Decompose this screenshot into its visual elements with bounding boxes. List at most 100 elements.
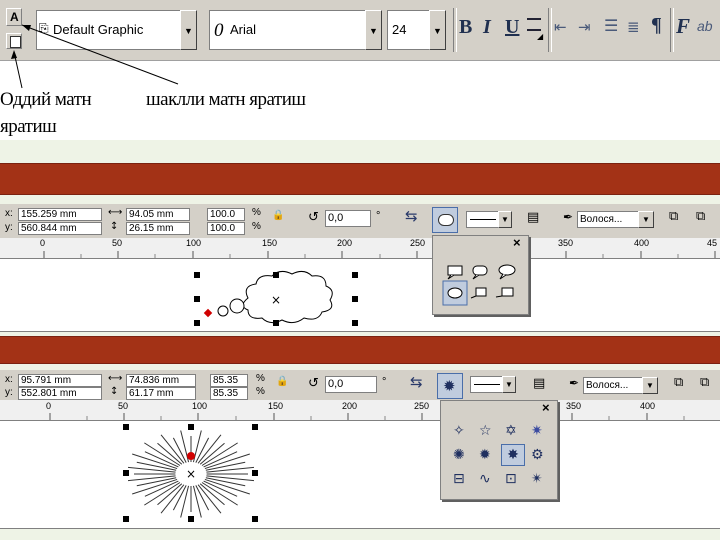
starburst16-icon[interactable]: ✹ xyxy=(479,447,491,463)
arrowhead-shaped xyxy=(22,25,31,31)
star-shapes-button[interactable]: ✹ xyxy=(437,373,463,399)
outline-width-select[interactable]: Волося... xyxy=(583,377,643,394)
starburst-shape[interactable]: × xyxy=(128,428,254,522)
lock-icon[interactable]: 🔒 xyxy=(276,376,288,387)
y-label: y: xyxy=(5,222,13,233)
text-wrap-icon[interactable]: ▤ xyxy=(527,210,539,225)
height-input[interactable]: 61.17 mm xyxy=(126,387,196,400)
scale-x-input[interactable]: 100.0 xyxy=(207,208,245,221)
simple-text-caption-line2: яратиш xyxy=(0,116,57,137)
outline-width-dropdown[interactable]: ▼ xyxy=(642,377,658,394)
y-position-input[interactable]: 560.844 mm xyxy=(18,222,102,235)
width-input[interactable]: 94.05 mm xyxy=(126,208,190,221)
outline-line-icon xyxy=(470,219,496,220)
selection-handle[interactable] xyxy=(123,470,129,476)
y-position-input[interactable]: 552.801 mm xyxy=(18,387,102,400)
selection-handle[interactable] xyxy=(194,272,200,278)
starburst24-icon[interactable]: ✸ xyxy=(501,444,525,466)
lock-icon[interactable]: 🔒 xyxy=(272,210,284,221)
percent-label: % xyxy=(256,386,265,397)
ruler-label: 250 xyxy=(414,401,430,411)
starburst-ray xyxy=(128,466,176,473)
x-position-input[interactable]: 95.791 mm xyxy=(18,374,102,387)
to-front-icon[interactable]: ⧉ xyxy=(674,375,683,390)
cloud-bubble-large xyxy=(229,298,245,314)
selection-handle[interactable] xyxy=(273,272,279,278)
star6-icon[interactable]: ✡ xyxy=(505,423,517,439)
selection-handle[interactable] xyxy=(252,516,258,522)
selection-handle[interactable] xyxy=(352,320,358,326)
section-divider-1 xyxy=(0,163,720,195)
selection-handle[interactable] xyxy=(123,516,129,522)
selection-handle[interactable] xyxy=(252,470,258,476)
scale-x-input[interactable]: 85.35 xyxy=(210,374,248,387)
selection-handle[interactable] xyxy=(273,320,279,326)
selection-handle[interactable] xyxy=(123,424,129,430)
selection-handle[interactable] xyxy=(252,424,258,430)
selection-handle[interactable] xyxy=(194,320,200,326)
star4-icon[interactable]: ✧ xyxy=(453,423,465,439)
star-control-node[interactable] xyxy=(187,452,195,460)
pen-icon: ✒ xyxy=(569,376,580,390)
to-back-icon[interactable]: ⧉ xyxy=(696,209,705,224)
width-input[interactable]: 74.836 mm xyxy=(126,374,196,387)
selection-handle[interactable] xyxy=(188,516,194,522)
selection-handle[interactable] xyxy=(352,272,358,278)
scale-y-input[interactable]: 100.0 xyxy=(207,222,245,235)
ruler-label: 50 xyxy=(118,401,129,411)
ruler-label: 400 xyxy=(640,401,656,411)
rotation-angle-input[interactable]: 0,0 xyxy=(325,210,371,227)
arrow-to-shaped-text xyxy=(21,24,179,85)
outline-style-select[interactable] xyxy=(466,211,500,228)
scroll-icon[interactable]: ⊡ xyxy=(505,471,517,487)
to-back-icon[interactable]: ⧉ xyxy=(700,375,709,390)
outline-style-dropdown[interactable]: ▼ xyxy=(502,376,516,393)
selection-handle[interactable] xyxy=(352,296,358,302)
selection-handle[interactable] xyxy=(188,424,194,430)
scale-y-input[interactable]: 85.35 xyxy=(210,387,248,400)
starburst12-icon[interactable]: ✺ xyxy=(453,447,465,463)
callout-line2-icon[interactable] xyxy=(495,287,514,298)
rotation-angle-input[interactable]: 0,0 xyxy=(325,376,377,393)
ruler-label: 200 xyxy=(342,401,358,411)
wave-icon[interactable]: ∿ xyxy=(479,471,491,487)
ruler-label: 350 xyxy=(566,401,582,411)
callout-cloud-icon xyxy=(438,214,454,226)
mirror-icon[interactable]: ⇆ xyxy=(405,207,418,225)
star8-icon[interactable]: ✷ xyxy=(531,423,543,439)
mirror-icon[interactable]: ⇆ xyxy=(410,373,423,391)
to-front-icon[interactable]: ⧉ xyxy=(669,209,678,224)
text-wrap-icon[interactable]: ▤ xyxy=(533,376,545,391)
outline-width-dropdown[interactable]: ▼ xyxy=(638,211,654,228)
star5-icon[interactable]: ☆ xyxy=(479,423,492,439)
close-icon[interactable]: × xyxy=(513,235,521,250)
callout-oval-icon[interactable] xyxy=(498,264,516,280)
ruler-label: 0 xyxy=(46,401,52,411)
starburst-ray xyxy=(128,475,176,482)
star-shapes-flyout: × ✧ ☆ ✡ ✷ ✺ ✹ ✸ ⚙ ⊟ ∿ ⊡ ✴ xyxy=(440,400,558,500)
callout-line-icon[interactable] xyxy=(470,287,487,299)
degree-label: ° xyxy=(376,210,381,222)
width-icon: ⟷ xyxy=(108,207,123,218)
simple-text-caption-line1: Оддий матн xyxy=(0,89,92,110)
degree-label: ° xyxy=(382,376,387,388)
callout-control-node[interactable] xyxy=(203,308,213,318)
callout-shapes-button[interactable] xyxy=(432,207,458,233)
callout-round-icon[interactable] xyxy=(472,265,488,280)
outline-style-dropdown[interactable]: ▼ xyxy=(498,211,512,228)
drawing-canvas-1[interactable] xyxy=(0,259,720,332)
ruler-label: 400 xyxy=(634,238,650,248)
banner-icon[interactable]: ⊟ xyxy=(453,471,465,487)
explosion-icon[interactable]: ✴ xyxy=(531,471,543,487)
x-position-input[interactable]: 155.259 mm xyxy=(18,208,102,221)
callout-rect-icon[interactable] xyxy=(447,265,463,280)
rotate-icon: ↺ xyxy=(308,376,319,391)
starburst32-icon[interactable]: ⚙ xyxy=(531,447,544,463)
close-icon[interactable]: × xyxy=(542,400,550,415)
drawing-canvas-2[interactable] xyxy=(0,421,720,529)
outline-width-select[interactable]: Волося... xyxy=(577,211,639,228)
callout-shape-grid xyxy=(442,264,516,306)
selection-handle[interactable] xyxy=(194,296,200,302)
height-input[interactable]: 26.15 mm xyxy=(126,222,190,235)
outline-style-select[interactable] xyxy=(470,376,504,393)
